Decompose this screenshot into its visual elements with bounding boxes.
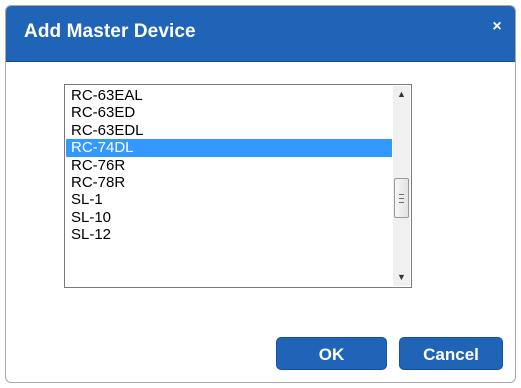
add-master-device-dialog: Add Master Device × RC-63EAL RC-63ED RC-63… (5, 5, 516, 383)
list-item[interactable]: SL-12 (66, 226, 392, 243)
list-item[interactable]: RC-76R (66, 157, 392, 174)
list-item[interactable]: SL-10 (66, 209, 392, 226)
list-item[interactable]: RC-63EAL (66, 87, 392, 104)
device-list[interactable]: RC-63EAL RC-63ED RC-63EDL RC-74DL RC-76R RC-7… (66, 87, 392, 286)
grip-icon (399, 194, 404, 203)
ok-button[interactable]: OK (276, 337, 387, 370)
list-item[interactable]: RC-63EDL (66, 122, 392, 139)
close-icon[interactable]: × (487, 17, 507, 37)
list-scrollbar[interactable]: ▲ ▼ (393, 86, 410, 286)
scroll-thumb[interactable] (394, 178, 409, 218)
cancel-button[interactable]: Cancel (399, 337, 503, 370)
dialog-title: Add Master Device (24, 21, 196, 42)
scroll-up-icon[interactable]: ▲ (393, 86, 410, 103)
list-item[interactable]: SL-1 (66, 191, 392, 208)
list-item[interactable]: RC-74DL (66, 139, 392, 157)
scroll-down-icon[interactable]: ▼ (393, 269, 410, 286)
list-item[interactable]: RC-78R (66, 174, 392, 191)
list-item[interactable]: RC-63ED (66, 104, 392, 121)
device-listbox[interactable]: RC-63EAL RC-63ED RC-63EDL RC-74DL RC-76R RC-7… (64, 84, 412, 288)
dialog-titlebar[interactable]: Add Master Device × (6, 6, 515, 62)
